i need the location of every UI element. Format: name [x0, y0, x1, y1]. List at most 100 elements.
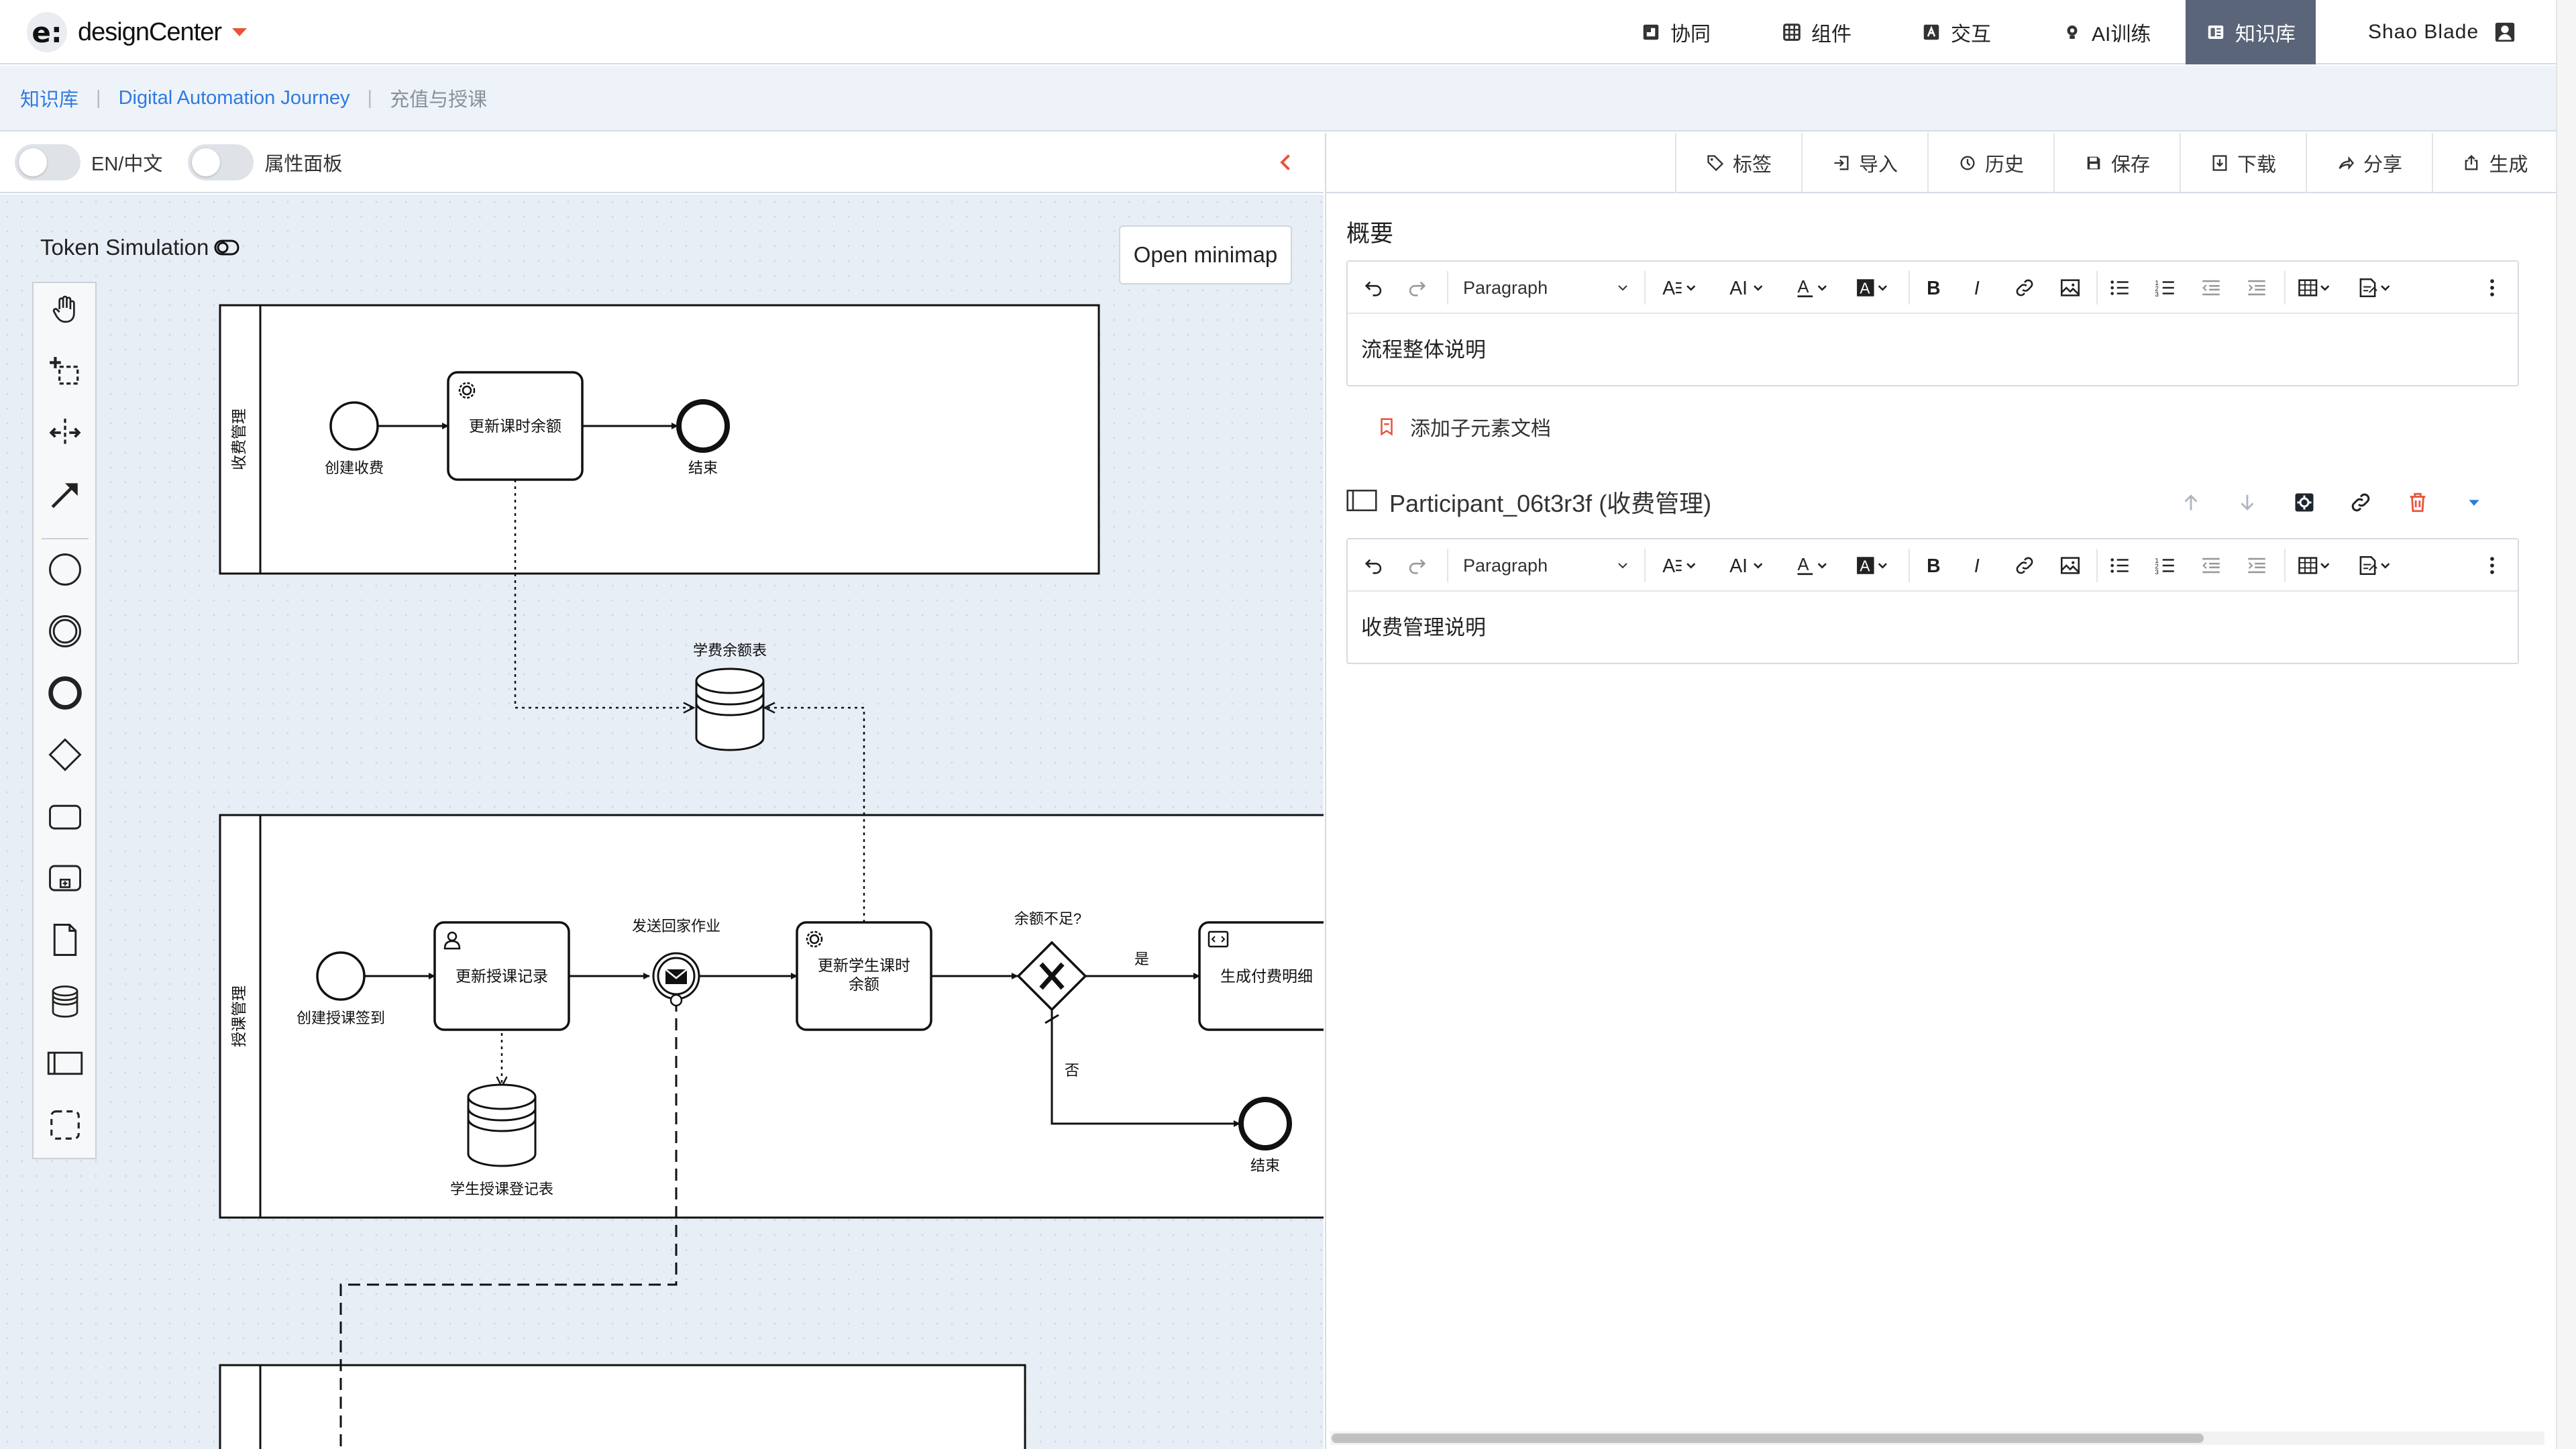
redo-icon[interactable]: [1400, 547, 1434, 584]
bullet-list-icon[interactable]: [2102, 547, 2138, 584]
insert-template-icon[interactable]: [2350, 547, 2404, 584]
overview-editor-content[interactable]: 流程整体说明: [1348, 314, 2518, 385]
move-down-icon[interactable]: [2236, 491, 2259, 514]
nav-item-interaction[interactable]: 交互: [1921, 0, 1991, 64]
font-family-icon[interactable]: A: [1654, 270, 1711, 306]
task-update-record[interactable]: 更新授课记录: [433, 921, 570, 1031]
nav-item-knowledge-base[interactable]: 知识库: [2186, 0, 2316, 64]
datastore-balance[interactable]: 学费余额表: [693, 642, 767, 751]
logo-dropdown-icon[interactable]: [232, 28, 248, 36]
redo-icon[interactable]: [1400, 270, 1434, 306]
group-tool-icon[interactable]: [46, 1106, 85, 1144]
task-update-balance[interactable]: 更新课时余额: [447, 371, 584, 481]
import-button[interactable]: 导入: [1801, 133, 1927, 193]
undo-icon[interactable]: [1357, 270, 1391, 306]
bg-color-icon[interactable]: A: [1848, 270, 1902, 306]
lang-toggle[interactable]: [15, 144, 80, 180]
more-vertical-icon[interactable]: [2477, 270, 2507, 306]
pool-tool-icon[interactable]: [46, 1044, 85, 1083]
link-icon[interactable]: [2008, 270, 2041, 306]
format-select[interactable]: Paragraph: [1462, 267, 1636, 309]
overview-editor[interactable]: Paragraph A AI A A B I 123 流程整体说明: [1346, 260, 2519, 386]
toolbar-divider: [1909, 549, 1910, 582]
generate-button[interactable]: 生成: [2432, 133, 2557, 193]
tag-button[interactable]: 标签: [1675, 133, 1801, 193]
insert-template-icon[interactable]: [2350, 270, 2404, 306]
hand-tool-icon[interactable]: [46, 290, 85, 329]
format-select[interactable]: Paragraph: [1462, 545, 1636, 586]
indent-icon[interactable]: [2239, 547, 2275, 584]
user-menu[interactable]: Shao Blade: [2368, 0, 2516, 64]
table-icon[interactable]: [2290, 270, 2343, 306]
expand-dropdown-icon[interactable]: [2464, 492, 2484, 513]
delete-icon[interactable]: [2406, 491, 2429, 514]
bold-icon[interactable]: B: [1917, 547, 1950, 584]
font-size-icon[interactable]: AI: [1721, 270, 1778, 306]
bulb-icon: [2067, 25, 2078, 39]
nav-item-ai-training[interactable]: AI训练: [2062, 0, 2151, 64]
link-icon[interactable]: [2008, 547, 2041, 584]
font-color-icon[interactable]: A: [1788, 547, 1841, 584]
space-tool-icon[interactable]: [46, 413, 85, 452]
font-color-icon[interactable]: A: [1788, 270, 1841, 306]
history-button[interactable]: 历史: [1927, 133, 2053, 193]
collapse-chevron-icon[interactable]: [1274, 150, 1298, 174]
outdent-icon[interactable]: [2193, 270, 2229, 306]
start-event-tool-icon[interactable]: [46, 550, 85, 589]
start-event-fee[interactable]: 创建收费: [325, 401, 384, 476]
download-button[interactable]: 下载: [2180, 133, 2306, 193]
numbered-list-icon[interactable]: 123: [2147, 547, 2184, 584]
font-family-icon[interactable]: A: [1654, 547, 1711, 584]
participant-editor-content[interactable]: 收费管理说明: [1348, 592, 2518, 663]
global-connect-tool-icon[interactable]: [46, 475, 85, 514]
open-minimap-button[interactable]: Open minimap: [1119, 225, 1292, 284]
chevron-down-icon: [1618, 285, 1627, 291]
table-icon[interactable]: [2290, 547, 2343, 584]
subprocess-tool-icon[interactable]: [46, 859, 85, 898]
image-icon[interactable]: [2053, 547, 2087, 584]
add-child-doc-link[interactable]: 添加子元素文档: [1377, 412, 1551, 441]
image-icon[interactable]: [2053, 270, 2087, 306]
numbered-list-icon[interactable]: 123: [2147, 270, 2184, 306]
vertical-scrollbar[interactable]: [2556, 0, 2576, 1449]
breadcrumb-root[interactable]: 知识库: [20, 84, 78, 112]
bold-icon[interactable]: B: [1917, 270, 1950, 306]
bpmn-diagram[interactable]: 收费管理 授课管理 创建收费 更新课时余额 结束 学费余额表 创建授课签到 更新…: [0, 195, 1324, 1449]
end-event-tool-icon[interactable]: [46, 674, 85, 712]
indent-icon[interactable]: [2239, 270, 2275, 306]
share-button[interactable]: 分享: [2306, 133, 2432, 193]
participant-editor[interactable]: Paragraph A AI A A B I 123 收费管理说明: [1346, 538, 2519, 664]
undo-icon[interactable]: [1357, 547, 1391, 584]
bpmn-canvas[interactable]: 收费管理 授课管理 创建收费 更新课时余额 结束 学费余额表 创建授课签到 更新…: [0, 195, 1324, 1449]
task-tool-icon[interactable]: [46, 797, 85, 836]
nav-item-collab[interactable]: 协同: [1641, 0, 1711, 64]
breadcrumb-project[interactable]: Digital Automation Journey: [119, 87, 350, 109]
font-size-icon[interactable]: AI: [1721, 547, 1778, 584]
task-update-student-balance[interactable]: 更新学生课时 余额: [796, 921, 932, 1031]
move-up-icon[interactable]: [2180, 491, 2202, 514]
save-button[interactable]: 保存: [2053, 133, 2180, 193]
outdent-icon[interactable]: [2193, 547, 2229, 584]
data-store-tool-icon[interactable]: [46, 982, 85, 1021]
link-icon[interactable]: [2349, 490, 2373, 515]
nav-item-components[interactable]: 组件: [1782, 0, 1851, 64]
more-vertical-icon[interactable]: [2477, 547, 2507, 584]
props-panel-toggle[interactable]: [188, 144, 254, 180]
task-generate-bill[interactable]: 生成付费明细: [1198, 921, 1324, 1031]
italic-icon[interactable]: I: [1962, 547, 1996, 584]
data-object-tool-icon[interactable]: [46, 920, 85, 959]
bg-color-icon[interactable]: A: [1848, 547, 1902, 584]
italic-icon[interactable]: I: [1962, 270, 1996, 306]
logo[interactable]: e: designCenter: [27, 9, 248, 55]
scrollbar-thumb[interactable]: [1332, 1434, 2204, 1443]
share-icon: [2339, 156, 2355, 170]
token-simulation-toggle[interactable]: Token Simulation: [40, 235, 239, 260]
intermediate-event-tool-icon[interactable]: [46, 612, 85, 651]
horizontal-scrollbar[interactable]: [1330, 1432, 2544, 1445]
lasso-tool-icon[interactable]: [46, 352, 85, 390]
task-student-label-2: 余额: [849, 975, 879, 993]
bullet-list-icon[interactable]: [2102, 270, 2138, 306]
pool-course-management[interactable]: 授课管理: [219, 814, 1324, 1219]
gateway-tool-icon[interactable]: [46, 735, 85, 774]
settings-icon[interactable]: [2292, 490, 2316, 515]
